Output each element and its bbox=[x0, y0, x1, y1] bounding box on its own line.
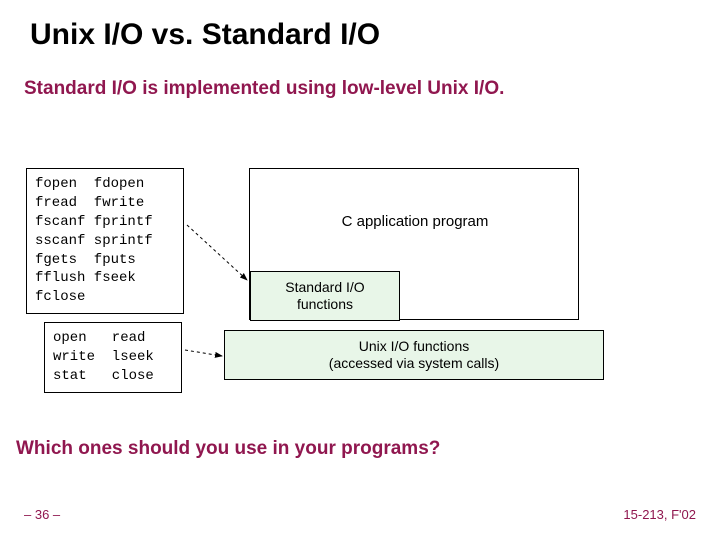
page-number: – 36 – bbox=[24, 507, 60, 522]
app-program-box: C application program Standard I/O funct… bbox=[249, 168, 579, 320]
unixio-layer-label: Unix I/O functions (accessed via system … bbox=[329, 338, 499, 372]
slide-question: Which ones should you use in your progra… bbox=[16, 438, 440, 460]
stdio-layer-box: Standard I/O functions bbox=[250, 271, 400, 321]
arrow-unixio-to-layer bbox=[185, 350, 222, 356]
slide-subtitle: Standard I/O is implemented using low-le… bbox=[24, 78, 504, 100]
slide-title: Unix I/O vs. Standard I/O bbox=[30, 18, 380, 52]
unixio-layer-box: Unix I/O functions (accessed via system … bbox=[224, 330, 604, 380]
course-footer: 15-213, F'02 bbox=[623, 507, 696, 522]
layer-diagram: C application program Standard I/O funct… bbox=[224, 168, 604, 392]
stdio-function-list: fopen fdopen fread fwrite fscanf fprintf… bbox=[26, 168, 184, 314]
app-program-label: C application program bbox=[250, 213, 580, 230]
stdio-layer-label: Standard I/O functions bbox=[285, 279, 364, 313]
unixio-function-list: open read write lseek stat close bbox=[44, 322, 182, 393]
